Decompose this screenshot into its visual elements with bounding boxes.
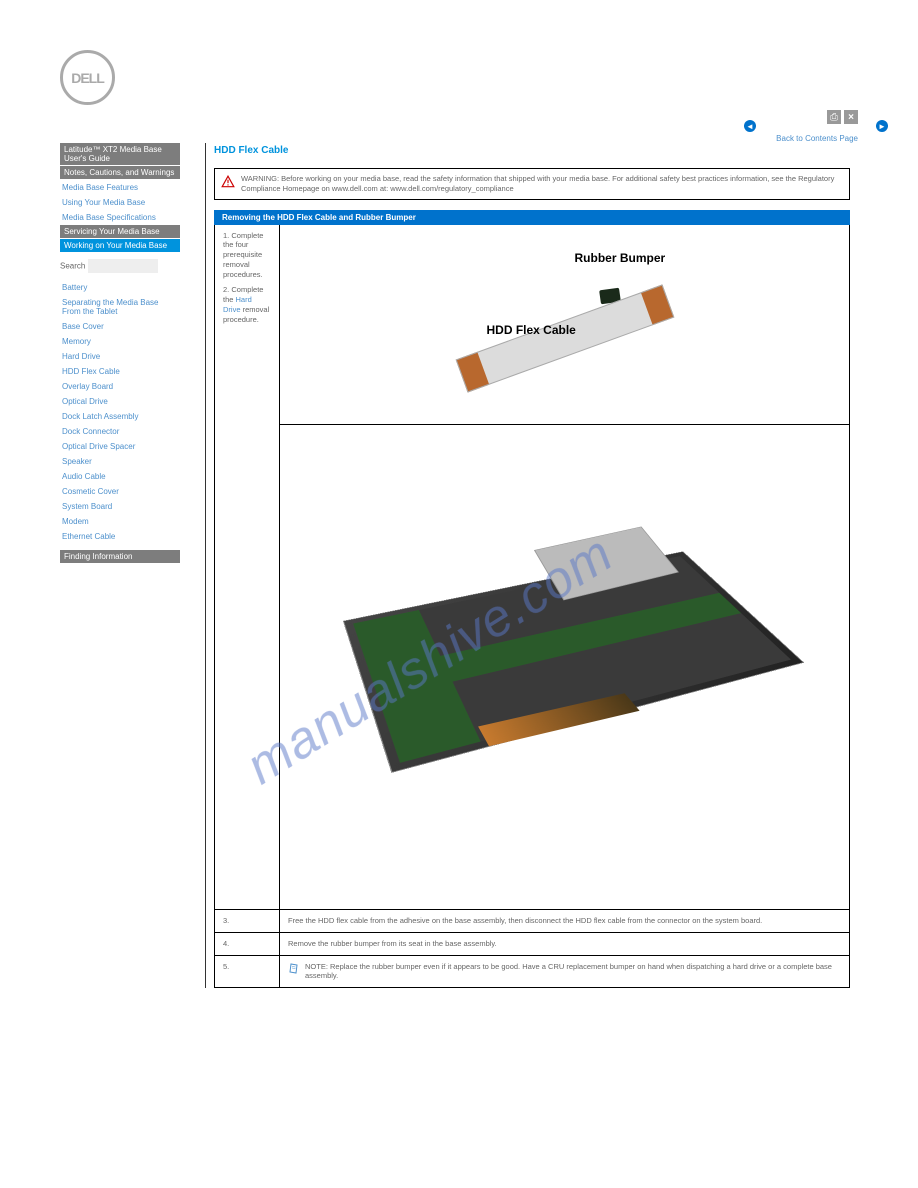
sidebar-item[interactable]: System Board (60, 499, 180, 514)
sidebar-head-finding: Finding Information (60, 550, 180, 563)
sidebar-item[interactable]: Modem (60, 514, 180, 529)
sidebar-item[interactable]: Separating the Media Base From the Table… (60, 295, 180, 319)
laptop-illustration (335, 481, 795, 841)
nav-next-icon[interactable]: ► (876, 120, 888, 132)
sidebar-item[interactable]: Speaker (60, 454, 180, 469)
table-row: 4. Remove the rubber bumper from its sea… (215, 932, 850, 955)
back-link[interactable]: Back to Contents Page (776, 134, 858, 143)
sidebar-item[interactable]: Dock Connector (60, 424, 180, 439)
table-row: 3. Free the HDD flex cable from the adhe… (215, 910, 850, 933)
note-icon (288, 962, 300, 974)
sidebar-item[interactable]: Media Base Specifications (60, 210, 180, 225)
procedure-table: 1. Complete the four prerequisite remova… (214, 225, 850, 989)
sidebar-item[interactable]: Optical Drive Spacer (60, 439, 180, 454)
sidebar-item[interactable]: HDD Flex Cable (60, 364, 180, 379)
sidebar-item[interactable]: Media Base Features (60, 180, 180, 195)
sidebar-item[interactable]: Dock Latch Assembly (60, 409, 180, 424)
sidebar-item-active[interactable]: Working on Your Media Base (60, 239, 180, 252)
sidebar-item[interactable]: Hard Drive (60, 349, 180, 364)
dell-logo: DELL (60, 50, 115, 105)
page-title: HDD Flex Cable (206, 143, 858, 164)
nav-prev-icon[interactable]: ◄ (744, 120, 756, 132)
sidebar-item[interactable]: Ethernet Cable (60, 529, 180, 544)
table-row: 1. Complete the four prerequisite remova… (215, 225, 850, 425)
sidebar-item[interactable]: Cosmetic Cover (60, 484, 180, 499)
content-area: HDD Flex Cable WARNING: Before working o… (205, 143, 858, 988)
sidebar-item[interactable]: Base Cover (60, 319, 180, 334)
sidebar-head-servicing: Servicing Your Media Base (60, 225, 180, 238)
sidebar-item[interactable]: Battery (60, 280, 180, 295)
sidebar-head-notes: Notes, Cautions, and Warnings (60, 166, 180, 179)
warning-box: WARNING: Before working on your media ba… (214, 168, 850, 200)
cable-illustration: Rubber Bumper HDD Flex Cable (445, 251, 685, 411)
bumper-label: Rubber Bumper (575, 251, 666, 267)
search-input[interactable] (88, 259, 158, 273)
table-row (215, 425, 850, 910)
sidebar-item[interactable]: Overlay Board (60, 379, 180, 394)
warning-icon (221, 175, 235, 189)
sidebar-item[interactable]: Audio Cable (60, 469, 180, 484)
search-label: Search (60, 262, 85, 271)
section-header: Removing the HDD Flex Cable and Rubber B… (214, 210, 850, 225)
note-text: NOTE: Replace the rubber bumper even if … (305, 962, 841, 982)
sidebar-head-product: Latitude™ XT2 Media Base User's Guide (60, 143, 180, 165)
sidebar-item[interactable]: Using Your Media Base (60, 195, 180, 210)
print-icon[interactable]: ⎙ (827, 110, 841, 124)
sidebar: Latitude™ XT2 Media Base User's Guide No… (60, 143, 180, 988)
cable-label: HDD Flex Cable (487, 323, 576, 339)
sidebar-item[interactable]: Memory (60, 334, 180, 349)
window-controls: ⎙ × (827, 110, 858, 124)
sidebar-item[interactable]: Optical Drive (60, 394, 180, 409)
close-icon[interactable]: × (844, 110, 858, 124)
warning-text: WARNING: Before working on your media ba… (241, 174, 843, 194)
table-row: 5. NOTE: Replace the rubber bumper even … (215, 955, 850, 988)
